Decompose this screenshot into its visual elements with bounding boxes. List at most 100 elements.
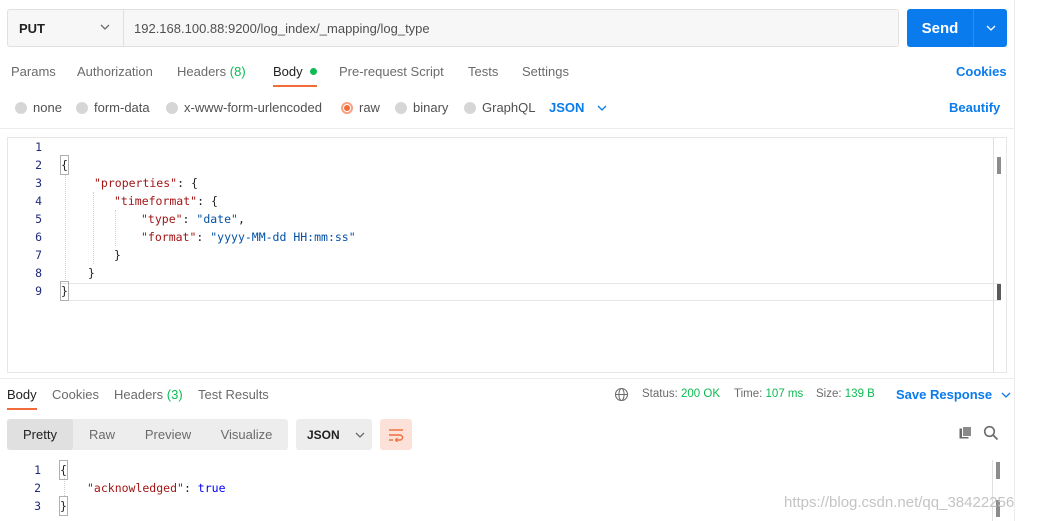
response-format-select[interactable]: JSON: [296, 419, 372, 450]
response-scrollbar-thumb[interactable]: [996, 462, 1000, 479]
tab-pre-request-script[interactable]: Pre-request Script: [339, 64, 444, 79]
response-tab-headers[interactable]: Headers (3): [114, 387, 183, 402]
response-size[interactable]: Size: 139 B: [816, 388, 875, 400]
cookies-link[interactable]: Cookies: [956, 64, 1007, 79]
send-options-button[interactable]: [974, 9, 1007, 47]
body-options-divider: [0, 128, 1014, 129]
send-button[interactable]: Send: [907, 9, 974, 47]
chevron-down-icon: [100, 24, 110, 30]
request-body-editor[interactable]: 1 2 { 3 "properties": { 4 "timeformat": …: [7, 137, 1007, 373]
code-line: 4 "timeformat": {: [8, 192, 993, 210]
json-key-timeformat: "timeformat": {: [114, 192, 218, 210]
open-brace: {: [60, 155, 69, 175]
radio-graphql[interactable]: GraphQL: [464, 100, 535, 115]
copy-icon[interactable]: [958, 425, 974, 441]
tab-settings[interactable]: Settings: [522, 64, 569, 79]
tab-authorization[interactable]: Authorization: [77, 64, 153, 79]
line-number: 4: [35, 194, 42, 208]
json-punct: : {: [177, 176, 198, 190]
globe-icon[interactable]: [614, 387, 629, 402]
json-pair-type: "type": "date",: [141, 210, 245, 228]
open-brace: {: [59, 460, 68, 480]
wrap-lines-icon: [389, 428, 404, 442]
json-key-properties: "properties": {: [94, 174, 198, 192]
radio-urlencoded-label: x-www-form-urlencoded: [184, 100, 322, 115]
response-view-mode-group: Pretty Raw Preview Visualize: [7, 419, 288, 450]
response-status[interactable]: Status: 200 OK: [642, 388, 720, 400]
body-format-label: JSON: [549, 100, 585, 115]
response-divider: [0, 378, 1014, 379]
radio-graphql-circle: [464, 101, 476, 114]
status-value: 200 OK: [681, 388, 721, 400]
response-time[interactable]: Time: 107 ms: [734, 388, 803, 400]
body-format-select[interactable]: JSON: [549, 100, 608, 115]
response-tab-body[interactable]: Body: [7, 387, 37, 402]
code-line: 6 "format": "yyyy-MM-dd HH:mm:ss": [8, 228, 993, 246]
close-brace: }: [60, 281, 69, 301]
radio-none-label: none: [33, 100, 62, 115]
chevron-down-icon: [597, 105, 607, 111]
send-button-group: Send: [907, 9, 1007, 47]
radio-raw[interactable]: raw: [341, 100, 380, 115]
response-body-viewer[interactable]: 1 { 2 "acknowledged": true 3 }: [7, 460, 1007, 521]
tab-params[interactable]: Params: [11, 64, 56, 79]
json-string: "date": [196, 212, 238, 226]
line-number: 2: [35, 158, 42, 172]
json-string: "yyyy-MM-dd HH:mm:ss": [210, 230, 356, 244]
code-line: 1: [8, 138, 993, 156]
time-label: Time:: [734, 388, 763, 400]
url-text: 192.168.100.88:9200/log_index/_mapping/l…: [134, 20, 430, 36]
json-key: "properties": [94, 176, 178, 190]
active-tab-underline: [273, 85, 317, 87]
radio-form-data-circle: [76, 101, 88, 114]
json-key: "format": [141, 230, 197, 244]
code-line: 3 "properties": {: [8, 174, 993, 192]
json-pair-acknowledged: "acknowledged": true: [87, 479, 226, 497]
tab-body[interactable]: Body: [273, 64, 318, 79]
response-tab-cookies[interactable]: Cookies: [52, 387, 99, 402]
headers-count-badge: (8): [229, 64, 246, 79]
radio-binary[interactable]: binary: [395, 100, 448, 115]
line-number: 9: [35, 284, 42, 298]
save-response-button[interactable]: Save Response: [896, 387, 1012, 402]
view-pretty-button[interactable]: Pretty: [7, 419, 73, 450]
line-number: 1: [34, 463, 41, 477]
method-select[interactable]: PUT: [8, 10, 124, 46]
tab-tests[interactable]: Tests: [468, 64, 498, 79]
radio-form-data[interactable]: form-data: [76, 100, 150, 115]
url-input[interactable]: 192.168.100.88:9200/log_index/_mapping/l…: [124, 10, 898, 46]
radio-raw-circle: [341, 101, 353, 114]
radio-binary-circle: [395, 101, 407, 114]
code-line: 9 }: [8, 281, 993, 301]
size-value: 139 B: [844, 388, 875, 400]
view-raw-button[interactable]: Raw: [73, 419, 131, 450]
search-icon[interactable]: [983, 425, 999, 441]
save-response-label: Save Response: [896, 387, 993, 402]
line-number: 5: [35, 212, 42, 226]
view-preview-button[interactable]: Preview: [131, 419, 205, 450]
response-tab-test-results[interactable]: Test Results: [198, 387, 269, 402]
line-number: 7: [35, 248, 42, 262]
close-brace: }: [114, 248, 121, 262]
size-label: Size:: [816, 388, 842, 400]
tab-body-label: Body: [273, 64, 303, 79]
chevron-down-icon: [1001, 392, 1011, 398]
json-punct: :: [182, 212, 197, 226]
editor-scrollbar-thumb[interactable]: [997, 157, 1001, 174]
json-pair-format: "format": "yyyy-MM-dd HH:mm:ss": [141, 228, 356, 246]
json-key: "acknowledged": [87, 481, 184, 495]
radio-none[interactable]: none: [15, 100, 62, 115]
close-brace: }: [59, 496, 68, 516]
radio-urlencoded[interactable]: x-www-form-urlencoded: [166, 100, 322, 115]
json-punct: ,: [237, 212, 245, 226]
view-visualize-button[interactable]: Visualize: [205, 419, 288, 450]
beautify-link[interactable]: Beautify: [949, 100, 1000, 115]
radio-binary-label: binary: [413, 100, 449, 115]
radio-form-data-label: form-data: [94, 100, 150, 115]
response-headers-count-badge: (3): [166, 387, 183, 402]
method-label: PUT: [19, 20, 45, 36]
wrap-lines-button[interactable]: [380, 419, 412, 450]
tab-headers[interactable]: Headers (8): [177, 64, 246, 79]
line-number: 1: [35, 140, 42, 154]
code-line: 5 "type": "date",: [8, 210, 993, 228]
